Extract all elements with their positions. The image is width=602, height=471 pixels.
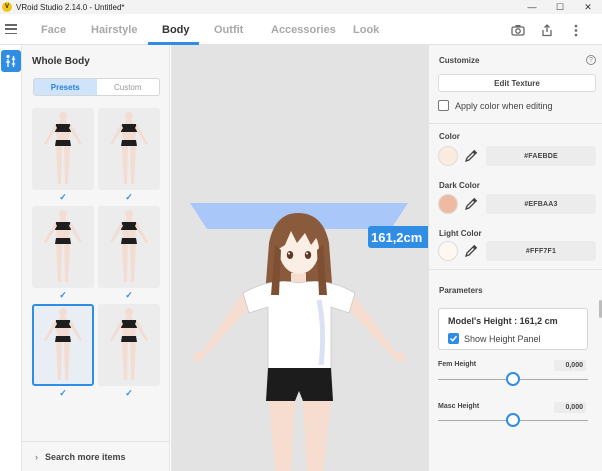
- dark-color-swatch[interactable]: [438, 194, 458, 214]
- customize-panel: Customize ? Edit Texture Apply color whe…: [428, 45, 602, 471]
- presets-tab[interactable]: Presets: [34, 79, 97, 95]
- eyedropper-icon[interactable]: [464, 244, 478, 258]
- preset-body-thumbnail: [110, 210, 148, 282]
- eyedropper-icon[interactable]: [464, 197, 478, 211]
- app-logo-icon: V: [2, 2, 12, 12]
- fem-height-value[interactable]: 0,000: [554, 360, 586, 371]
- tab-hairstyle[interactable]: Hairstyle: [91, 14, 137, 45]
- custom-tab[interactable]: Custom: [97, 79, 160, 95]
- height-info-box: Model's Height : 161,2 cm Show Height Pa…: [438, 308, 588, 350]
- eyedropper-icon[interactable]: [464, 149, 478, 163]
- masc-height-label: Masc Height: [438, 403, 480, 410]
- minimize-icon[interactable]: —: [518, 0, 546, 14]
- preset-card[interactable]: [32, 206, 94, 288]
- tab-outfit[interactable]: Outfit: [214, 14, 243, 45]
- checkmark-icon: [449, 335, 458, 342]
- preset-check-icon: ✓: [59, 290, 67, 300]
- preset-check-icon: ✓: [59, 388, 67, 398]
- preset-check-icon: ✓: [125, 192, 133, 202]
- preset-check-icon: ✓: [59, 192, 67, 202]
- panel-title: Whole Body: [32, 56, 90, 67]
- search-more-label: Search more items: [45, 451, 126, 462]
- height-readout: 161,2cm: [368, 226, 428, 248]
- tab-face[interactable]: Face: [41, 14, 66, 45]
- help-icon[interactable]: ?: [586, 55, 596, 65]
- fem-height-slider-handle[interactable]: [506, 372, 520, 386]
- customize-label: Customize: [439, 56, 480, 65]
- preset-custom-toggle: Presets Custom: [33, 78, 160, 96]
- color-swatch[interactable]: [438, 146, 458, 166]
- parameters-label: Parameters: [439, 286, 483, 295]
- search-more-items-button[interactable]: › Search more items: [22, 441, 170, 471]
- avatar-model: [190, 203, 408, 471]
- chevron-right-icon: ›: [35, 451, 38, 462]
- tab-look[interactable]: Look: [353, 14, 379, 45]
- maximize-icon[interactable]: ☐: [546, 0, 574, 14]
- left-rail: [0, 45, 22, 471]
- body-settings-button[interactable]: [1, 50, 21, 72]
- preset-card[interactable]: [98, 108, 160, 190]
- model-height-label: Model's Height : 161,2 cm: [448, 316, 558, 326]
- preset-body-thumbnail: [110, 112, 148, 184]
- preset-card[interactable]: [32, 304, 94, 386]
- show-height-panel-label: Show Height Panel: [464, 334, 541, 344]
- preset-body-thumbnail: [110, 308, 148, 380]
- fem-height-label: Fem Height: [438, 361, 477, 368]
- preset-body-thumbnail: [44, 308, 82, 380]
- preset-check-icon: ✓: [125, 388, 133, 398]
- export-icon[interactable]: [539, 22, 555, 38]
- tab-body[interactable]: Body: [162, 14, 190, 45]
- top-navigation: Face Hairstyle Body Outfit Accessories L…: [0, 14, 602, 45]
- show-height-panel-checkbox[interactable]: [448, 333, 459, 344]
- tab-accessories[interactable]: Accessories: [271, 14, 336, 45]
- preset-body-thumbnail: [44, 210, 82, 282]
- divider: [429, 269, 602, 270]
- body-adjust-icon: [6, 54, 16, 67]
- apply-color-label: Apply color when editing: [455, 101, 553, 111]
- 3d-viewport[interactable]: 161,2cm: [171, 45, 428, 471]
- preset-card[interactable]: [98, 304, 160, 386]
- menu-icon[interactable]: [5, 24, 17, 34]
- window-titlebar: V VRoid Studio 2.14.0 - Untitled* — ☐ ✕: [0, 0, 602, 14]
- window-title: VRoid Studio 2.14.0 - Untitled*: [16, 2, 125, 12]
- edit-texture-button[interactable]: Edit Texture: [438, 74, 596, 92]
- masc-height-value[interactable]: 0,000: [554, 402, 586, 413]
- preset-body-thumbnail: [44, 112, 82, 184]
- apply-color-checkbox[interactable]: [438, 100, 449, 111]
- preset-card[interactable]: [98, 206, 160, 288]
- light-color-swatch[interactable]: [438, 241, 458, 261]
- light-color-label: Light Color: [439, 229, 482, 238]
- preset-check-icon: ✓: [125, 290, 133, 300]
- masc-height-slider-handle[interactable]: [506, 413, 520, 427]
- light-color-hex-input[interactable]: #FFF7F1: [486, 241, 596, 261]
- whole-body-panel: Whole Body Presets Custom ✓ ✓ ✓ ✓ ✓ ✓ › Searc…: [22, 45, 192, 471]
- dark-color-label: Dark Color: [439, 181, 480, 190]
- divider: [429, 123, 602, 124]
- dark-color-hex-input[interactable]: #EFBAA3: [486, 194, 596, 214]
- preset-card[interactable]: [32, 108, 94, 190]
- color-label: Color: [439, 132, 460, 141]
- color-hex-input[interactable]: #FAEBDE: [486, 146, 596, 166]
- camera-icon[interactable]: [510, 22, 526, 38]
- close-icon[interactable]: ✕: [574, 0, 602, 14]
- more-vertical-icon[interactable]: [568, 22, 584, 38]
